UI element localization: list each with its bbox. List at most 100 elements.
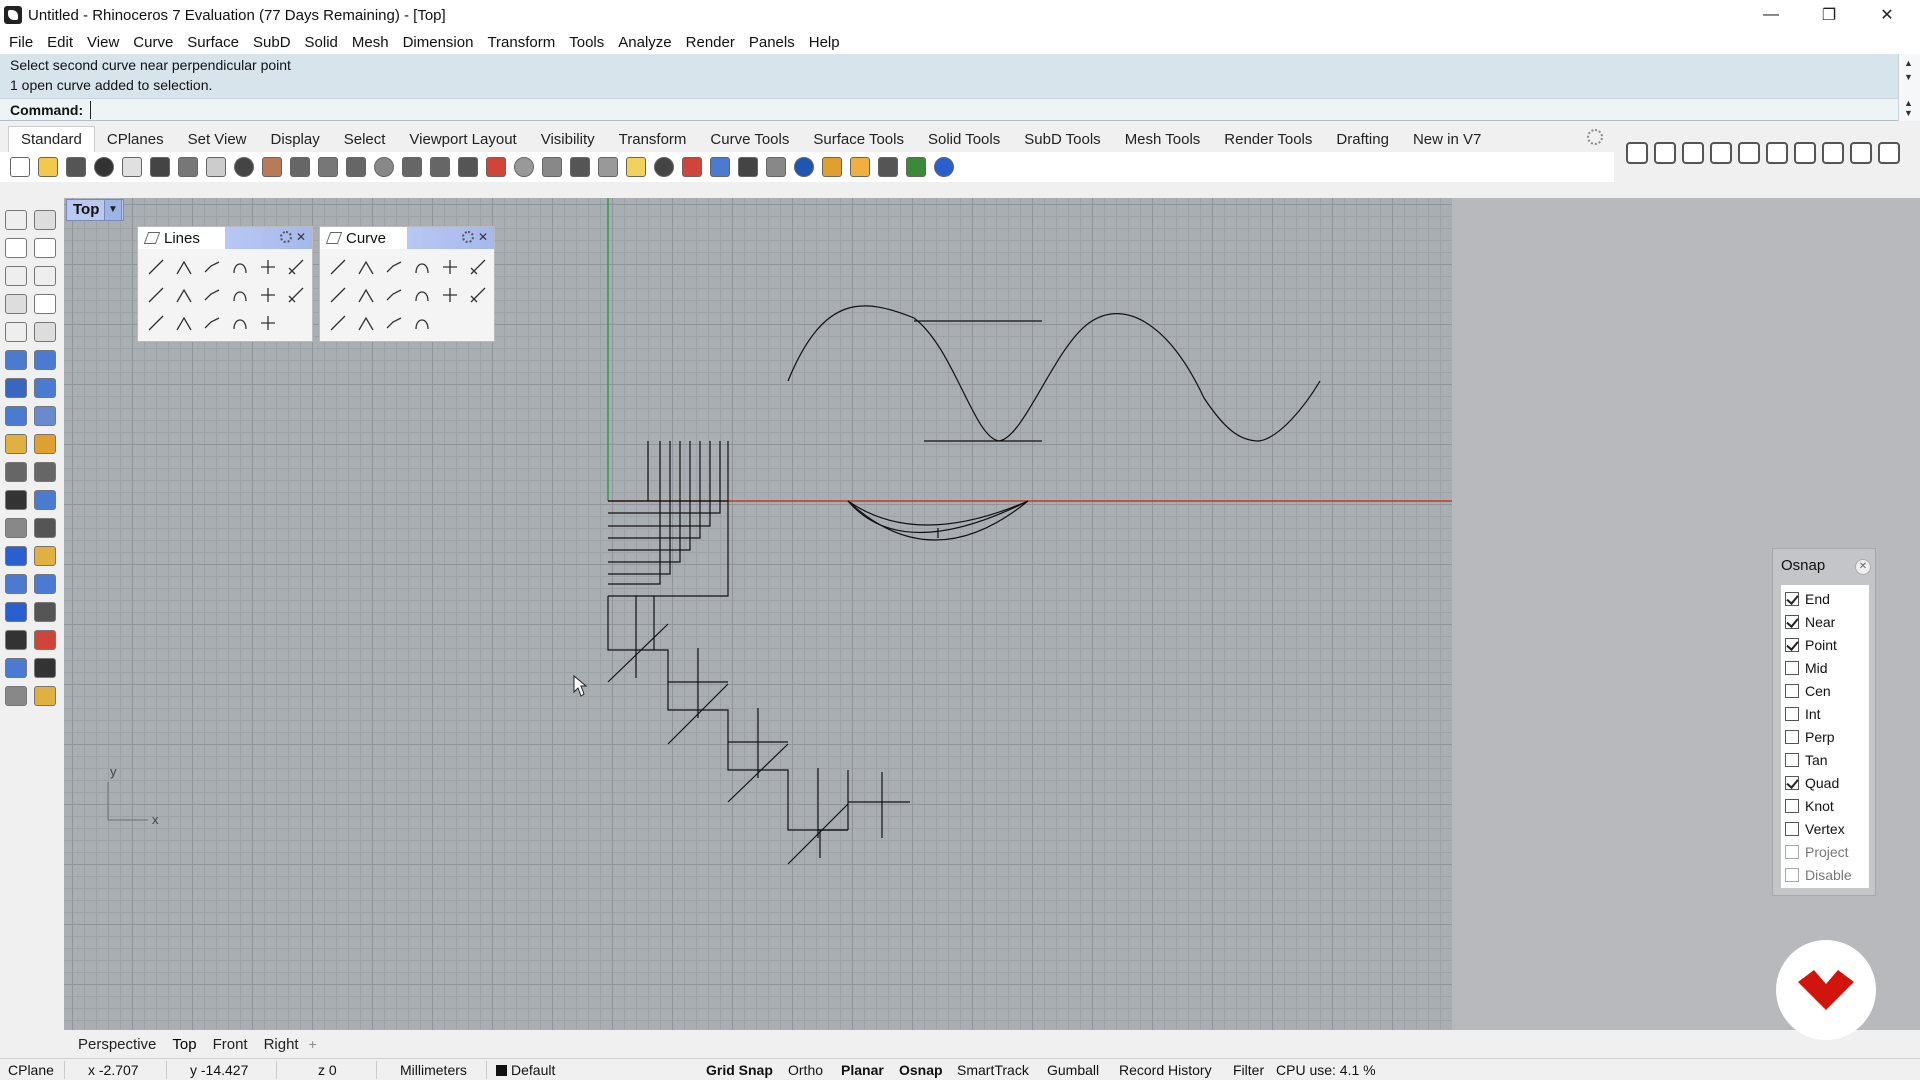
palette-tool-button[interactable] <box>408 253 436 281</box>
render-icon[interactable] <box>1682 142 1704 164</box>
left-tool-icon[interactable] <box>34 686 56 706</box>
left-tool-icon[interactable] <box>5 378 27 398</box>
osnap-checkbox[interactable] <box>1785 614 1799 629</box>
menu-file[interactable]: File <box>2 34 40 51</box>
standard-tool-icon[interactable] <box>318 157 338 177</box>
standard-tool-icon[interactable] <box>598 157 618 177</box>
menu-curve[interactable]: Curve <box>126 34 180 51</box>
standard-tool-icon[interactable] <box>122 157 142 177</box>
left-tool-icon[interactable] <box>5 238 27 258</box>
tab-mesh-tools[interactable]: Mesh Tools <box>1113 127 1213 152</box>
osnap-checkbox[interactable] <box>1785 683 1799 698</box>
left-tool-icon[interactable] <box>5 294 27 314</box>
standard-tool-icon[interactable] <box>10 157 30 177</box>
left-tool-icon[interactable] <box>5 462 27 482</box>
palette-tool-button[interactable] <box>254 253 282 281</box>
tab-front[interactable]: Front <box>205 1036 256 1053</box>
menu-transform[interactable]: Transform <box>480 34 562 51</box>
scroll-down-icon[interactable]: ▼ <box>1904 72 1913 82</box>
tab-perspective[interactable]: Perspective <box>70 1036 164 1053</box>
gear-icon[interactable] <box>280 231 292 243</box>
left-tool-icon[interactable] <box>34 574 56 594</box>
curve-palette-header[interactable]: Curve ✕ <box>320 227 494 249</box>
add-viewport-icon[interactable]: + <box>309 1036 317 1052</box>
osnap-option-perp[interactable]: Perp <box>1781 725 1869 748</box>
standard-tool-icon[interactable] <box>682 157 702 177</box>
palette-tool-button[interactable] <box>226 281 254 309</box>
status-osnap[interactable]: Osnap <box>899 1062 943 1078</box>
tab-transform[interactable]: Transform <box>607 127 699 152</box>
left-tool-icon[interactable] <box>5 406 27 426</box>
scroll-up-icon[interactable]: ▲ <box>1904 58 1913 68</box>
left-tool-icon[interactable] <box>34 518 56 538</box>
left-tool-icon[interactable] <box>34 266 56 286</box>
tab-curve-tools[interactable]: Curve Tools <box>698 127 801 152</box>
status-units[interactable]: Millimeters <box>400 1062 467 1078</box>
left-tool-icon[interactable] <box>34 462 56 482</box>
left-tool-icon[interactable] <box>5 574 27 594</box>
palette-tool-button[interactable] <box>142 309 170 337</box>
palette-tool-button[interactable] <box>282 281 310 309</box>
tab-right[interactable]: Right <box>256 1036 307 1053</box>
osnap-checkbox[interactable] <box>1785 706 1799 721</box>
palette-tool-button[interactable] <box>352 281 380 309</box>
lines-palette-header[interactable]: Lines ✕ <box>138 227 312 249</box>
gear-icon[interactable] <box>462 231 474 243</box>
standard-tool-icon[interactable] <box>514 157 534 177</box>
box-icon[interactable] <box>1766 142 1788 164</box>
close-icon[interactable]: ✕ <box>296 230 306 244</box>
osnap-checkbox[interactable] <box>1785 660 1799 675</box>
palette-tool-button[interactable] <box>464 253 492 281</box>
osnap-option-knot[interactable]: Knot <box>1781 794 1869 817</box>
standard-tool-icon[interactable] <box>94 157 114 177</box>
menu-subd[interactable]: SubD <box>246 34 298 51</box>
close-icon[interactable]: ✕ <box>478 230 488 244</box>
menu-tools[interactable]: Tools <box>562 34 611 51</box>
standard-tool-icon[interactable] <box>38 157 58 177</box>
standard-tool-icon[interactable] <box>206 157 226 177</box>
palette-tool-button[interactable] <box>198 309 226 337</box>
palette-tool-button[interactable] <box>436 253 464 281</box>
close-icon[interactable]: ✕ <box>1855 559 1871 575</box>
tab-render-tools[interactable]: Render Tools <box>1212 127 1324 152</box>
standard-tool-icon[interactable] <box>150 157 170 177</box>
standard-tool-icon[interactable] <box>262 157 282 177</box>
edit-icon[interactable] <box>1850 142 1872 164</box>
close-window-button[interactable]: ✕ <box>1858 0 1916 30</box>
palette-tool-button[interactable] <box>142 253 170 281</box>
status-planar[interactable]: Planar <box>841 1062 884 1078</box>
palette-tool-button[interactable] <box>226 309 254 337</box>
layer-icon[interactable] <box>1626 142 1648 164</box>
osnap-checkbox[interactable] <box>1785 844 1799 859</box>
left-tool-icon[interactable] <box>5 434 27 454</box>
left-tool-icon[interactable] <box>5 350 27 370</box>
standard-tool-icon[interactable] <box>626 157 646 177</box>
standard-tool-icon[interactable] <box>374 157 394 177</box>
left-tool-icon[interactable] <box>5 602 27 622</box>
osnap-option-vertex[interactable]: Vertex <box>1781 817 1869 840</box>
standard-tool-icon[interactable] <box>402 157 422 177</box>
tab-solid-tools[interactable]: Solid Tools <box>916 127 1012 152</box>
palette-tool-button[interactable] <box>324 253 352 281</box>
tab-set-view[interactable]: Set View <box>176 127 259 152</box>
osnap-option-tan[interactable]: Tan <box>1781 748 1869 771</box>
left-tool-icon[interactable] <box>5 630 27 650</box>
polyline-stack[interactable] <box>608 441 729 597</box>
standard-tool-icon[interactable] <box>486 157 506 177</box>
osnap-option-quad[interactable]: Quad <box>1781 771 1869 794</box>
gear-icon[interactable] <box>1587 129 1603 145</box>
osnap-checkbox[interactable] <box>1785 729 1799 744</box>
palette-tool-button[interactable] <box>324 281 352 309</box>
add-icon[interactable] <box>1878 142 1900 164</box>
command-input[interactable] <box>90 101 1890 119</box>
left-tool-icon[interactable] <box>34 546 56 566</box>
palette-tool-button[interactable] <box>198 253 226 281</box>
command-scrollbar[interactable]: ▲ ▼ ▲ ▼ <box>1898 54 1920 121</box>
menu-help[interactable]: Help <box>802 34 847 51</box>
palette-tool-button[interactable] <box>352 253 380 281</box>
spin-up-icon[interactable]: ▲ <box>1904 98 1913 108</box>
menu-solid[interactable]: Solid <box>298 34 345 51</box>
osnap-checkbox[interactable] <box>1785 775 1799 790</box>
standard-tool-icon[interactable] <box>934 157 954 177</box>
left-tool-icon[interactable] <box>5 658 27 678</box>
